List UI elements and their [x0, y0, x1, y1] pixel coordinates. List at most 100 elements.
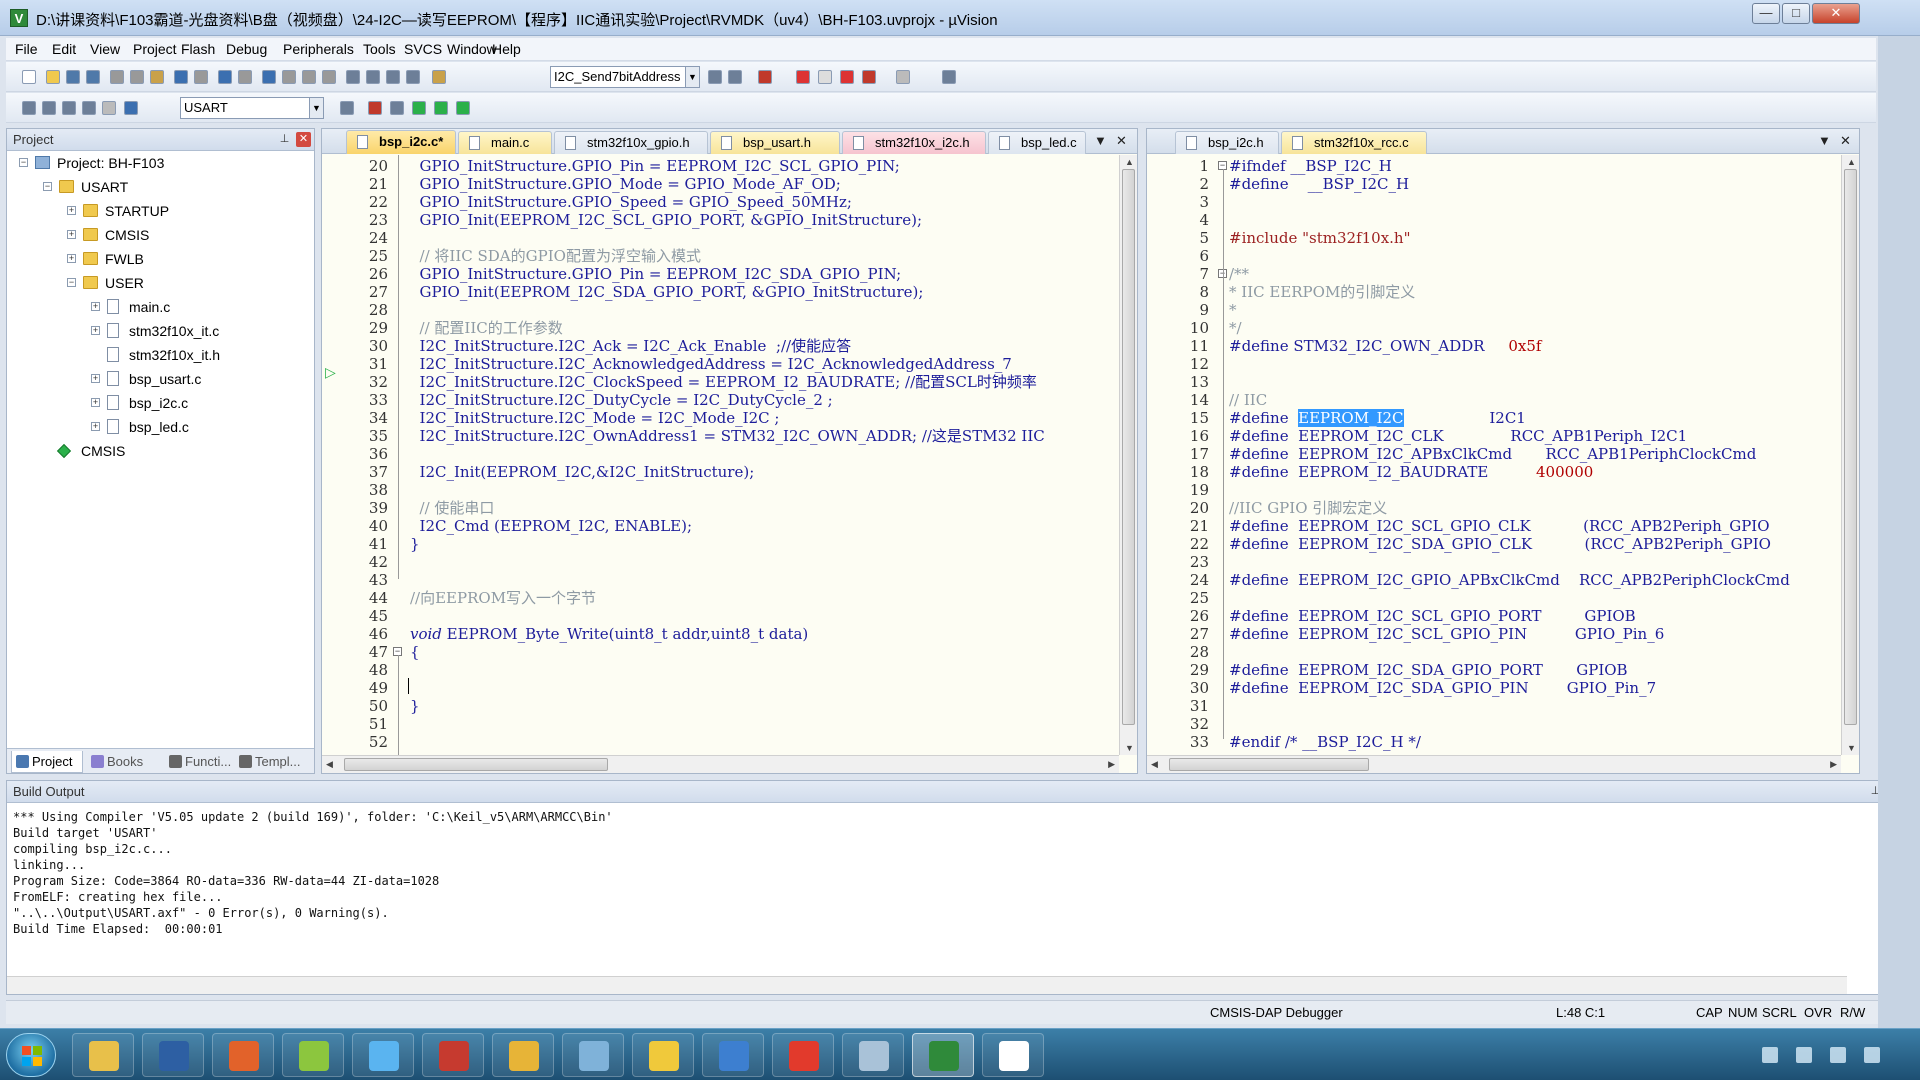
nav-back-icon[interactable] — [218, 70, 232, 84]
bookmark-next-icon[interactable] — [302, 70, 316, 84]
panel-tab-templ[interactable]: Templ... — [235, 751, 311, 773]
manage-components-icon[interactable] — [368, 101, 382, 115]
menu-tools[interactable]: Tools — [363, 41, 396, 57]
editor-tab-bsp-usart-h[interactable]: bsp_usart.h — [710, 131, 840, 154]
editor-tab-bsp-led-c[interactable]: bsp_led.c — [988, 131, 1086, 154]
selected-text[interactable]: EEPROM_I2C — [1298, 409, 1404, 427]
breakpoint-disable-icon[interactable] — [818, 70, 832, 84]
tree-item-project-bh-f103[interactable]: − Project: BH-F103 — [7, 155, 307, 173]
menu-svcs[interactable]: SVCS — [404, 41, 442, 57]
taskbar-g-app[interactable] — [772, 1033, 834, 1077]
select-packs-icon[interactable] — [390, 101, 404, 115]
code-view-right[interactable]: 1 #ifndef __BSP_I2C_H 2 #define __BSP_I2C_H… — [1147, 155, 1841, 755]
tree-item-startup[interactable]: + STARTUP — [7, 203, 307, 221]
new-file-icon[interactable] — [22, 70, 36, 84]
comment-icon[interactable] — [386, 70, 400, 84]
unindent-icon[interactable] — [366, 70, 380, 84]
taskbar-calculator-app[interactable] — [842, 1033, 904, 1077]
expand-icon[interactable]: + — [67, 230, 76, 239]
translate-icon[interactable] — [22, 101, 36, 115]
menu-help[interactable]: Help — [492, 41, 521, 57]
expand-icon[interactable]: + — [91, 422, 100, 431]
tree-item-usart[interactable]: − USART — [7, 179, 307, 197]
breakpoint-kill-icon[interactable] — [840, 70, 854, 84]
uncomment-icon[interactable] — [406, 70, 420, 84]
scroll-up-icon[interactable]: ▲ — [1847, 157, 1856, 167]
undo-icon[interactable] — [174, 70, 188, 84]
scroll-thumb[interactable] — [1844, 169, 1857, 725]
breakpoint-clear-icon[interactable] — [862, 70, 876, 84]
tab-list-icon[interactable]: ▼ — [1818, 133, 1831, 148]
close-icon[interactable]: ✕ — [1840, 133, 1851, 149]
vertical-scrollbar[interactable]: ▲ ▼ — [1841, 155, 1859, 755]
scroll-down-icon[interactable]: ▼ — [1125, 743, 1134, 753]
maximize-button[interactable]: □ — [1782, 3, 1810, 24]
taskbar-teamviewer-app[interactable] — [702, 1033, 764, 1077]
taskbar-keil-app[interactable] — [912, 1033, 974, 1077]
bookmark-clear-icon[interactable] — [322, 70, 336, 84]
copy-icon[interactable] — [130, 70, 144, 84]
debug-session-icon[interactable] — [758, 70, 772, 84]
tray-network-icon[interactable] — [1830, 1047, 1846, 1063]
breakpoint-icon[interactable] — [796, 70, 810, 84]
tab-list-icon[interactable]: ▼ — [1094, 133, 1107, 148]
indent-icon[interactable] — [346, 70, 360, 84]
expand-icon[interactable]: + — [91, 398, 100, 407]
taskbar-wildfire-app[interactable] — [492, 1033, 554, 1077]
editor-tab-stm32f10x-rcc-c[interactable]: stm32f10x_rcc.c — [1281, 131, 1427, 154]
save-icon[interactable] — [66, 70, 80, 84]
collapse-icon[interactable]: − — [67, 278, 76, 287]
target-options-icon[interactable] — [340, 101, 354, 115]
incremental-find-icon[interactable] — [728, 70, 742, 84]
scroll-up-icon[interactable]: ▲ — [1125, 157, 1134, 167]
scroll-down-icon[interactable]: ▼ — [1847, 743, 1856, 753]
tree-item-bsp-i2c-c[interactable]: + bsp_i2c.c — [7, 395, 307, 413]
bookmark-icon[interactable] — [262, 70, 276, 84]
editor-tab-stm32f10x-gpio-h[interactable]: stm32f10x_gpio.h — [554, 131, 708, 154]
menu-view[interactable]: View — [90, 41, 120, 57]
find-in-files-icon[interactable] — [432, 70, 446, 84]
expand-icon[interactable]: + — [67, 254, 76, 263]
chevron-down-icon[interactable]: ▼ — [309, 98, 323, 118]
tree-item-stm32f10x-it-h[interactable]: stm32f10x_it.h — [7, 347, 307, 365]
editor-tab-main-c[interactable]: main.c — [458, 131, 552, 154]
download-icon[interactable] — [124, 101, 138, 115]
editor-tab-stm32f10x-i2c-h[interactable]: stm32f10x_i2c.h — [842, 131, 986, 154]
tree-item-cmsis[interactable]: + CMSIS — [7, 227, 307, 245]
expand-icon[interactable]: + — [91, 302, 100, 311]
tree-item-fwlb[interactable]: + FWLB — [7, 251, 307, 269]
build-icon[interactable] — [42, 101, 56, 115]
tray-keyboard-icon[interactable] — [1762, 1047, 1778, 1063]
start-button[interactable] — [6, 1033, 56, 1077]
chevron-down-icon[interactable]: ▼ — [685, 67, 699, 87]
taskbar-qq-app[interactable] — [352, 1033, 414, 1077]
scroll-right-icon[interactable]: ▶ — [1830, 759, 1837, 770]
scroll-left-icon[interactable]: ◀ — [1151, 759, 1158, 770]
cut-icon[interactable] — [110, 70, 124, 84]
expand-icon[interactable]: + — [91, 374, 100, 383]
horizontal-scrollbar[interactable]: ◀ ▶ — [322, 755, 1119, 773]
code-view-left[interactable]: 20 GPIO_InitStructure.GPIO_Pin = EEPROM_… — [322, 155, 1119, 755]
panel-tab-books[interactable]: Books — [87, 751, 161, 773]
taskbar-explorer-app[interactable] — [72, 1033, 134, 1077]
editor-tab-bsp-i2c-c-[interactable]: bsp_i2c.c* — [346, 130, 456, 154]
menu-file[interactable]: File — [15, 41, 38, 57]
tree-item-bsp-usart-c[interactable]: + bsp_usart.c — [7, 371, 307, 389]
paste-icon[interactable] — [150, 70, 164, 84]
tree-item-user[interactable]: − USER — [7, 275, 307, 293]
scroll-left-icon[interactable]: ◀ — [326, 759, 333, 770]
tree-item-cmsis[interactable]: CMSIS — [7, 443, 307, 461]
target-select[interactable]: USART ▼ — [180, 97, 324, 119]
expand-icon[interactable]: + — [67, 206, 76, 215]
panel-tab-functi[interactable]: Functi... — [165, 751, 231, 773]
tray-volume-icon[interactable] — [1864, 1047, 1880, 1063]
pin-icon[interactable]: ⊥ — [277, 132, 292, 147]
taskbar-c-app[interactable] — [982, 1033, 1044, 1077]
collapse-icon[interactable]: − — [19, 158, 28, 167]
menu-peripherals[interactable]: Peripherals — [283, 41, 354, 57]
open-icon[interactable] — [46, 70, 60, 84]
manage-packs-icon[interactable] — [456, 101, 470, 115]
taskbar-help-app[interactable] — [632, 1033, 694, 1077]
taskbar-firefox-app[interactable] — [212, 1033, 274, 1077]
scroll-thumb[interactable] — [1122, 169, 1135, 725]
